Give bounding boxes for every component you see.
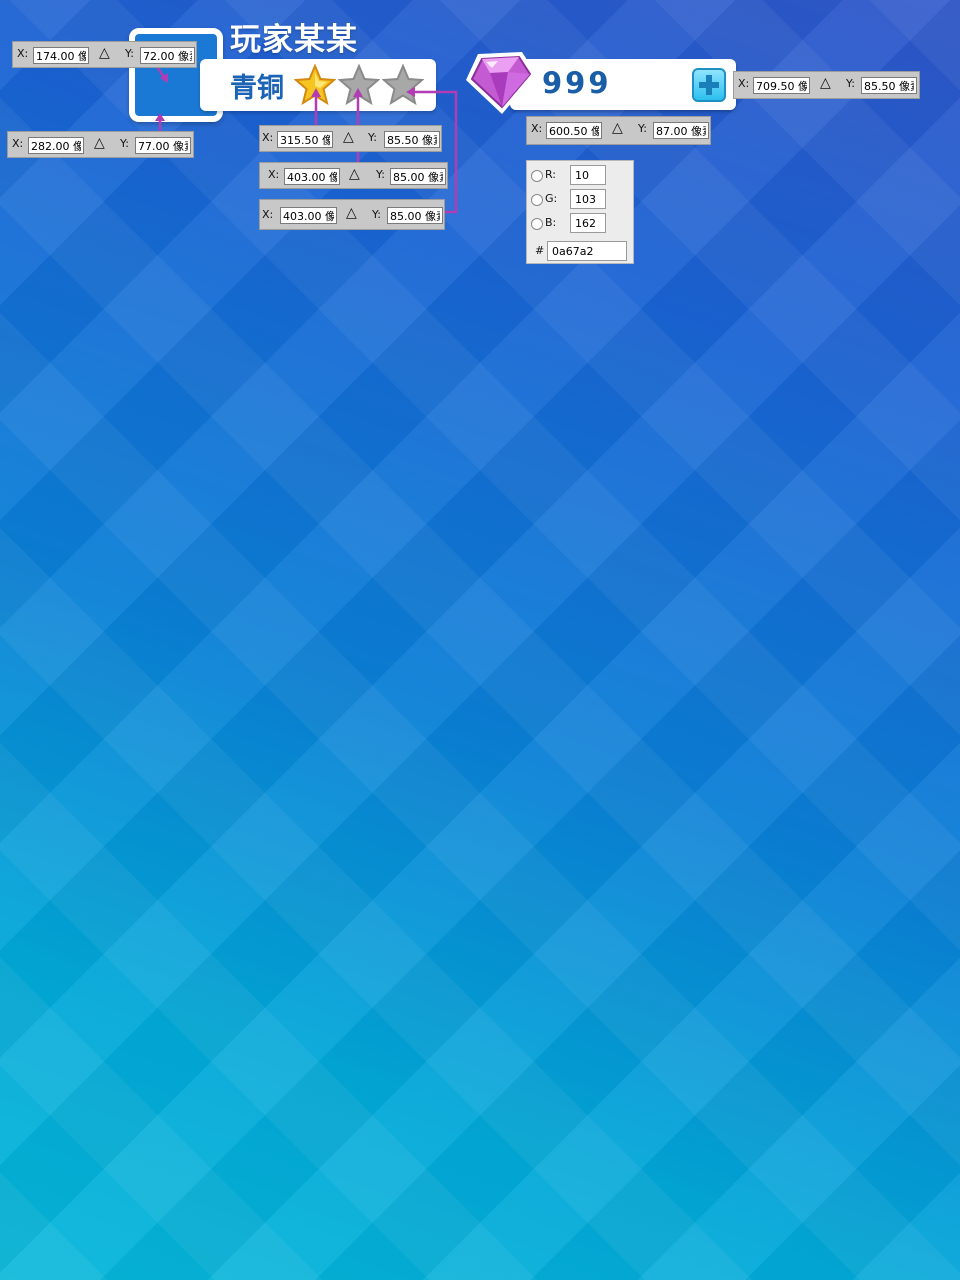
color-picker-panel: R: G: B: # <box>526 160 634 264</box>
link-toggle[interactable]: △ <box>99 45 110 61</box>
player-name: 玩家某某 <box>230 22 358 58</box>
plus-icon <box>699 75 719 95</box>
y-field[interactable] <box>387 207 443 224</box>
link-toggle[interactable]: △ <box>820 75 831 91</box>
x-field[interactable] <box>753 77 810 94</box>
gem-count: 999 <box>542 66 612 100</box>
coord-box-avatar-frame: X: △ Y: <box>12 41 197 68</box>
g-radio[interactable] <box>531 194 543 206</box>
y-field[interactable] <box>135 137 191 154</box>
coord-box-gem-panel: X: △ Y: <box>526 116 711 145</box>
r-field[interactable] <box>570 165 606 185</box>
coord-box-star-1: X: △ Y: <box>259 125 442 152</box>
x-field[interactable] <box>280 207 337 224</box>
coord-box-add-button: X: △ Y: <box>733 71 920 99</box>
link-toggle[interactable]: △ <box>346 205 357 221</box>
add-gems-button[interactable] <box>692 68 726 102</box>
background-pattern <box>0 0 960 1280</box>
link-toggle[interactable]: △ <box>343 129 354 145</box>
x-field[interactable] <box>33 47 89 64</box>
y-field[interactable] <box>390 168 446 185</box>
y-field[interactable] <box>653 122 709 139</box>
y-field[interactable] <box>861 77 917 94</box>
link-toggle[interactable]: △ <box>349 166 360 182</box>
gem-icon <box>466 52 536 114</box>
rank-label: 青铜 <box>230 73 284 104</box>
y-field[interactable] <box>140 47 195 64</box>
link-toggle[interactable]: △ <box>612 120 623 136</box>
x-field[interactable] <box>28 137 84 154</box>
x-field[interactable] <box>546 122 602 139</box>
x-field[interactable] <box>277 131 333 148</box>
b-field[interactable] <box>570 213 606 233</box>
r-radio[interactable] <box>531 170 543 182</box>
star-filled-icon <box>294 64 336 106</box>
coord-box-avatar-bottom: X: △ Y: <box>7 131 194 158</box>
y-field[interactable] <box>384 131 440 148</box>
star-empty-icon <box>382 64 424 106</box>
link-toggle[interactable]: △ <box>94 135 105 151</box>
star-empty-icon <box>338 64 380 106</box>
g-field[interactable] <box>570 189 606 209</box>
coord-box-star-3: X: △ Y: <box>259 199 445 230</box>
b-radio[interactable] <box>531 218 543 230</box>
coord-box-star-2: X: △ Y: <box>259 162 448 189</box>
hex-field[interactable] <box>547 241 627 261</box>
x-field[interactable] <box>284 168 340 185</box>
